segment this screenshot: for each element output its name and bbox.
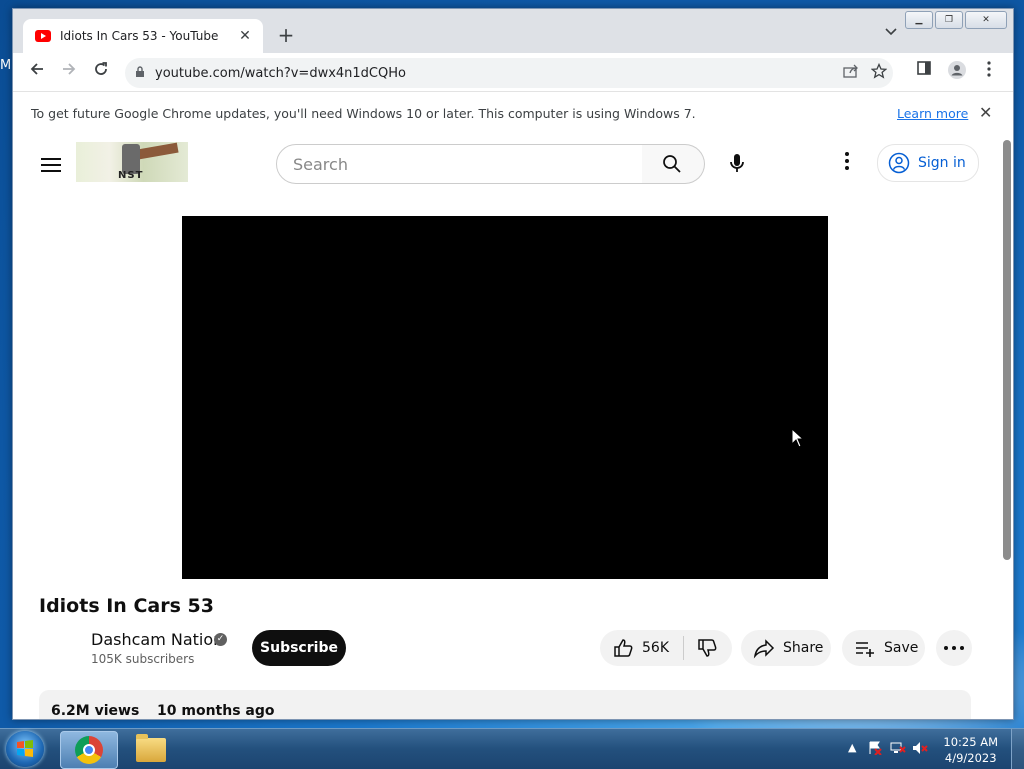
url-text[interactable]: youtube.com/watch?v=dwx4n1dCQHo — [155, 66, 837, 81]
clock-time: 10:25 AM — [943, 735, 998, 749]
save-icon — [856, 642, 874, 657]
logo-text: NST — [118, 170, 144, 181]
chrome-window: Idiots In Cars 53 - YouTube ✕ + ▁ ❐ ✕ yo… — [12, 8, 1014, 720]
new-tab-button[interactable]: + — [273, 23, 299, 49]
infobar-close-icon[interactable]: ✕ — [979, 103, 992, 122]
profile-icon[interactable] — [945, 61, 969, 83]
tab-search-icon[interactable] — [885, 25, 897, 40]
start-button[interactable] — [6, 731, 44, 767]
like-icon[interactable] — [612, 637, 634, 659]
like-dislike-group: 56K — [600, 630, 732, 666]
star-icon[interactable] — [865, 62, 893, 83]
update-infobar: To get future Google Chrome updates, you… — [13, 91, 1013, 137]
voice-search-button[interactable] — [723, 148, 751, 178]
channel-name[interactable]: Dashcam Nation — [91, 630, 223, 649]
save-label: Save — [884, 640, 919, 656]
subscriber-count: 105K subscribers — [91, 652, 195, 666]
dislike-icon[interactable] — [696, 637, 718, 659]
restore-button[interactable]: ❐ — [935, 11, 963, 29]
network-icon[interactable] — [890, 741, 906, 758]
video-player[interactable] — [182, 216, 828, 579]
subscribe-button[interactable]: Subscribe — [252, 630, 346, 666]
sign-in-label: Sign in — [918, 155, 966, 171]
folder-icon — [136, 734, 166, 762]
chrome-menu-icon[interactable] — [977, 61, 1001, 81]
search-button[interactable] — [642, 144, 705, 184]
like-divider — [683, 636, 684, 660]
save-button[interactable]: Save — [842, 630, 925, 666]
search-input[interactable]: Search — [276, 144, 644, 184]
lock-icon[interactable] — [135, 65, 149, 81]
back-icon[interactable] — [25, 60, 49, 84]
start-icon — [17, 740, 33, 757]
like-count[interactable]: 56K — [642, 640, 669, 656]
tab-youtube[interactable]: Idiots In Cars 53 - YouTube ✕ — [23, 19, 263, 53]
browser-toolbar: youtube.com/watch?v=dwx4n1dCQHo — [13, 53, 1013, 91]
tray-arrow-icon[interactable]: ▲ — [848, 741, 856, 754]
page-scrollbar[interactable] — [1003, 140, 1011, 560]
youtube-page: NST Search Sign in Idiots In Cars 53 Das… — [13, 136, 1013, 719]
learn-more-link[interactable]: Learn more — [897, 106, 968, 121]
sign-in-button[interactable]: Sign in — [877, 144, 979, 182]
reload-icon[interactable] — [89, 60, 113, 84]
upload-age: 10 months ago — [157, 703, 275, 719]
description-box[interactable]: 6.2M views 10 months ago — [39, 690, 971, 719]
clock[interactable]: 10:25 AM 4/9/2023 — [943, 734, 998, 766]
taskbar-explorer[interactable] — [124, 731, 180, 767]
action-center-icon[interactable] — [868, 741, 882, 758]
video-title: Idiots In Cars 53 — [39, 595, 214, 617]
mic-icon — [730, 154, 744, 172]
share-label: Share — [783, 640, 824, 656]
tab-close-icon[interactable]: ✕ — [235, 28, 255, 44]
share-page-icon[interactable] — [837, 64, 865, 82]
system-tray: ▲ 10:25 AM 4/9/2023 — [834, 729, 1024, 769]
mouse-cursor-icon — [791, 427, 805, 452]
close-window-button[interactable]: ✕ — [965, 11, 1007, 29]
show-desktop-button[interactable] — [1011, 729, 1024, 769]
address-bar[interactable]: youtube.com/watch?v=dwx4n1dCQHo — [125, 58, 893, 88]
youtube-favicon — [35, 30, 51, 42]
settings-kebab-icon[interactable] — [845, 152, 851, 173]
forward-icon[interactable] — [57, 60, 81, 84]
infobar-message: To get future Google Chrome updates, you… — [31, 106, 696, 121]
channel-logo-image[interactable]: NST — [76, 142, 188, 182]
view-count: 6.2M views — [51, 703, 140, 719]
chrome-icon — [75, 736, 103, 764]
window-controls: ▁ ❐ ✕ — [905, 11, 1007, 29]
hamburger-icon[interactable] — [41, 158, 61, 172]
taskbar-chrome[interactable] — [60, 731, 118, 769]
share-icon — [753, 639, 775, 659]
clock-date: 4/9/2023 — [944, 751, 997, 765]
verified-icon: ✓ — [214, 633, 227, 646]
desktop-icon-label: M — [0, 58, 12, 73]
search-icon — [663, 155, 681, 173]
share-button[interactable]: Share — [741, 630, 831, 666]
tab-title: Idiots In Cars 53 - YouTube — [60, 29, 219, 43]
account-icon — [888, 152, 910, 174]
volume-muted-icon[interactable] — [912, 741, 928, 758]
taskbar: ▲ 10:25 AM 4/9/2023 — [0, 728, 1024, 769]
minimize-button[interactable]: ▁ — [905, 11, 933, 29]
sidepanel-icon[interactable] — [912, 61, 936, 79]
search-placeholder: Search — [293, 154, 348, 174]
tab-strip: Idiots In Cars 53 - YouTube ✕ + ▁ ❐ ✕ — [13, 9, 1013, 53]
more-actions-icon[interactable] — [936, 630, 972, 666]
